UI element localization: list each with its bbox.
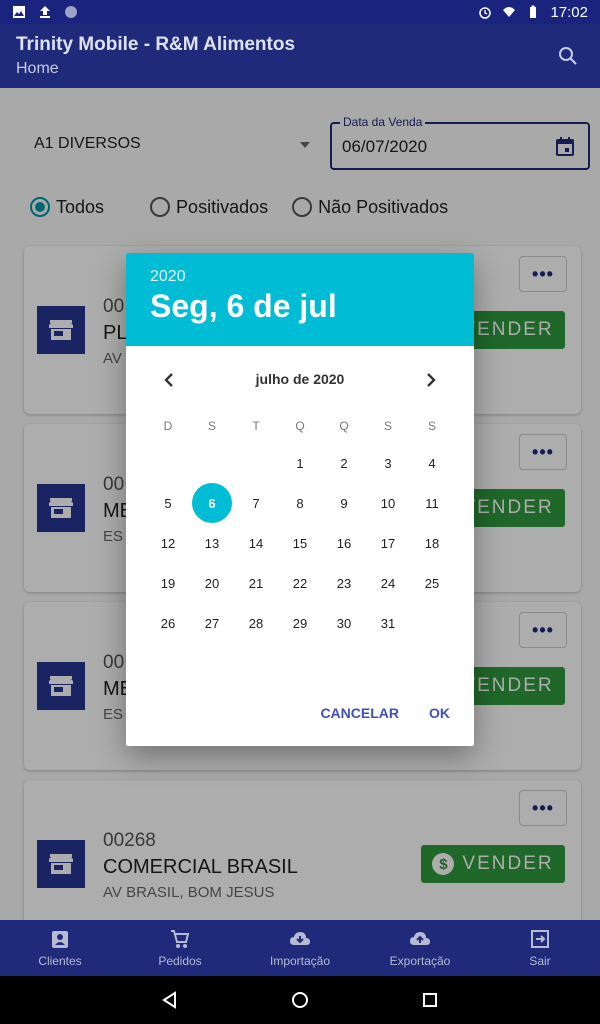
day-cell[interactable]: 10 (366, 483, 410, 523)
day-cell[interactable]: 19 (146, 563, 190, 603)
system-nav-bar (0, 976, 600, 1024)
dialog-actions: CANCELAR OK (320, 705, 450, 721)
cloud-upload-icon (410, 932, 430, 945)
day-cell[interactable]: 13 (190, 523, 234, 563)
app-bar: Trinity Mobile - R&M Alimentos Home (0, 24, 600, 88)
home-icon[interactable] (290, 990, 310, 1010)
nav-label: Clientes (38, 954, 82, 968)
empty-day-cell (146, 443, 190, 483)
weekday-label: S (427, 419, 436, 433)
year-label[interactable]: 2020 (150, 268, 450, 286)
day-cell[interactable]: 24 (366, 563, 410, 603)
empty-day-cell (234, 443, 278, 483)
date-picker-dialog: 2020 Seg, 6 de jul julho de 2020 D S T Q… (126, 253, 474, 746)
day-cell[interactable]: 17 (366, 523, 410, 563)
image-icon (13, 6, 25, 18)
nav-pedidos[interactable]: Pedidos (120, 920, 240, 976)
day-cell[interactable]: 21 (234, 563, 278, 603)
weekday-label: S (383, 419, 392, 433)
weekday-label: D (163, 419, 173, 433)
month-header: julho de 2020 (126, 363, 474, 395)
alarm-icon (479, 7, 492, 19)
bottom-nav: Clientes Pedidos Importação Exportação S… (0, 920, 600, 976)
day-cell[interactable]: 3 (366, 443, 410, 483)
nav-label: Sair (529, 954, 551, 968)
cloud-download-icon (290, 932, 310, 945)
weekday-label: Q (295, 419, 305, 433)
weekday-label: Q (339, 419, 349, 433)
status-bar: 17:02 (0, 0, 600, 24)
selected-day[interactable]: 6 (190, 483, 234, 523)
sync-icon (65, 6, 77, 18)
day-cell[interactable]: 4 (410, 443, 454, 483)
day-cell[interactable]: 22 (278, 563, 322, 603)
battery-icon (530, 5, 537, 18)
nav-sair[interactable]: Sair (480, 920, 600, 976)
day-cell[interactable]: 8 (278, 483, 322, 523)
day-cell[interactable]: 5 (146, 483, 190, 523)
day-grid: 1 2 3 4 5 6 7 8 9 10 11 12 13 14 15 16 17 18 19 20 21 22 23 24 2… (146, 443, 454, 643)
day-cell[interactable]: 26 (146, 603, 190, 643)
app-title: Trinity Mobile - R&M Alimentos (16, 34, 296, 55)
day-cell[interactable]: 30 (322, 603, 366, 643)
day-cell[interactable]: 11 (410, 483, 454, 523)
day-cell[interactable]: 25 (410, 563, 454, 603)
day-cell[interactable]: 15 (278, 523, 322, 563)
nav-clientes[interactable]: Clientes (0, 920, 120, 976)
status-time: 17:02 (550, 3, 588, 21)
selected-date-label: Seg, 6 de jul (150, 288, 337, 324)
nav-importacao[interactable]: Importação (240, 920, 360, 976)
day-cell[interactable]: 18 (410, 523, 454, 563)
cart-icon (171, 930, 190, 948)
contacts-icon (52, 931, 68, 948)
day-cell[interactable]: 7 (234, 483, 278, 523)
day-cell[interactable]: 23 (322, 563, 366, 603)
empty-day-cell (190, 443, 234, 483)
day-cell[interactable]: 16 (322, 523, 366, 563)
day-cell[interactable]: 31 (366, 603, 410, 643)
chevron-right-icon[interactable] (420, 369, 442, 391)
weekday-label: S (207, 419, 216, 433)
nav-label: Pedidos (158, 954, 202, 968)
day-cell[interactable]: 27 (190, 603, 234, 643)
upload-icon (40, 6, 50, 18)
nav-label: Importação (269, 954, 331, 968)
day-cell[interactable]: 20 (190, 563, 234, 603)
weekday-label: T (252, 419, 260, 433)
date-picker-header: 2020 Seg, 6 de jul (126, 253, 474, 346)
recents-icon[interactable] (420, 990, 440, 1010)
wifi-icon (503, 7, 516, 17)
cancel-button[interactable]: CANCELAR (320, 705, 399, 721)
day-cell[interactable]: 12 (146, 523, 190, 563)
nav-exportacao[interactable]: Exportação (360, 920, 480, 976)
weekday-header: D S T Q Q S S (146, 419, 454, 435)
app-subtitle: Home (16, 60, 59, 77)
back-icon[interactable] (160, 990, 180, 1010)
exit-icon (531, 930, 549, 948)
day-cell[interactable]: 9 (322, 483, 366, 523)
day-cell[interactable]: 2 (322, 443, 366, 483)
day-cell[interactable]: 14 (234, 523, 278, 563)
nav-label: Exportação (389, 954, 451, 968)
search-icon[interactable] (556, 44, 580, 68)
day-cell[interactable]: 1 (278, 443, 322, 483)
ok-button[interactable]: OK (429, 705, 450, 721)
day-cell[interactable]: 28 (234, 603, 278, 643)
day-cell[interactable]: 29 (278, 603, 322, 643)
